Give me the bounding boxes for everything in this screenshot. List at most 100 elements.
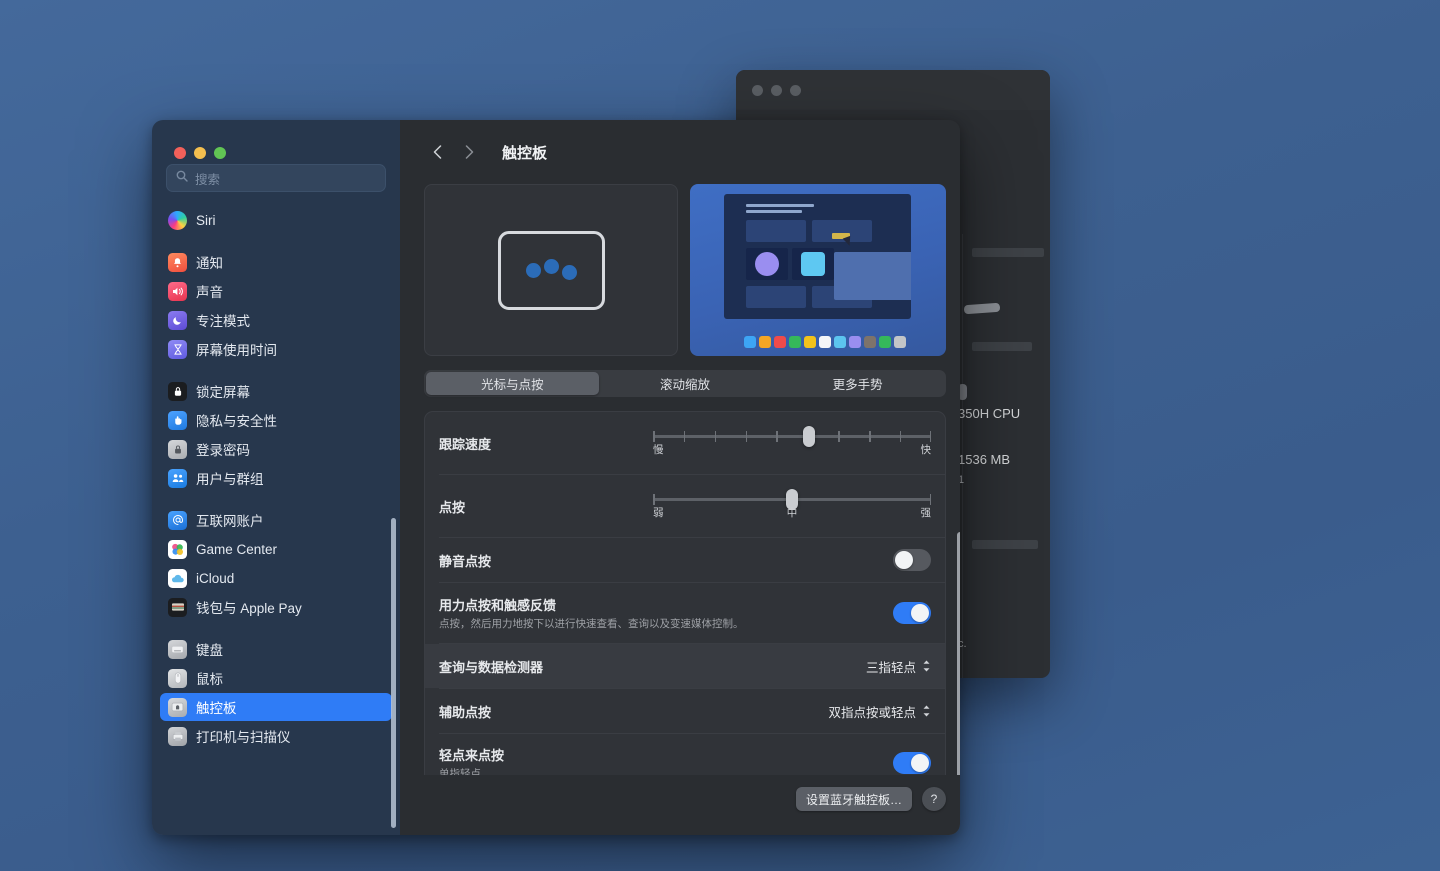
force-click-sublabel: 点按，然后用力地按下以进行快速查看、查询以及变速媒体控制。: [439, 616, 744, 631]
minimize-icon[interactable]: [771, 85, 782, 96]
sidebar-item-label: 屏幕使用时间: [196, 339, 277, 359]
page-title: 触控板: [502, 142, 547, 163]
tap-to-click-label: 轻点来点按: [439, 745, 504, 764]
tab-scroll-and-zoom[interactable]: 滚动缩放: [599, 372, 772, 395]
login-password-icon: [168, 440, 187, 459]
tracking-speed-slider[interactable]: 慢 快: [653, 431, 931, 456]
sidebar-item-siri[interactable]: Siri: [160, 206, 392, 234]
search-icon: [176, 169, 188, 187]
force-click-label-group: 用力点按和触感反馈 点按，然后用力地按下以进行快速查看、查询以及变速媒体控制。: [439, 595, 744, 631]
click-pressure-slider[interactable]: 弱 中 强: [653, 494, 931, 519]
row-click-pressure: 点按 弱 中 强: [425, 475, 945, 537]
sidebar-item-label: 用户与群组: [196, 468, 264, 488]
silent-click-toggle[interactable]: [893, 549, 931, 571]
setup-bluetooth-trackpad-button[interactable]: 设置蓝牙触控板…: [796, 787, 912, 811]
mouse-icon: [168, 669, 187, 688]
tab-cursor-and-click[interactable]: 光标与点按: [426, 372, 599, 395]
lookup-value: 三指轻点: [866, 657, 916, 676]
click-pressure-min-label: 弱: [653, 505, 664, 520]
chevron-updown-icon: [922, 659, 931, 673]
focus-icon: [168, 311, 187, 330]
tap-to-click-label-group: 轻点来点按 单指轻点: [439, 745, 504, 775]
keyboard-icon: [168, 640, 187, 659]
sidebar-item-privacy-security[interactable]: 隐私与安全性: [160, 406, 392, 434]
sidebar-item-internet-accounts[interactable]: 互联网账户: [160, 506, 392, 534]
sidebar-item-users-groups[interactable]: 用户与群组: [160, 464, 392, 492]
row-force-click: 用力点按和触感反馈 点按，然后用力地按下以进行快速查看、查询以及变速媒体控制。: [425, 583, 945, 643]
sidebar-item-printers-scanners[interactable]: 打印机与扫描仪: [160, 722, 392, 750]
background-row-mark: [972, 248, 1044, 257]
force-click-toggle[interactable]: [893, 602, 931, 624]
back-button[interactable]: [424, 139, 450, 165]
sidebar-item-wallet-apple-pay[interactable]: 钱包与 Apple Pay: [160, 593, 392, 621]
sidebar-scrollbar[interactable]: [391, 518, 396, 828]
internet-accounts-icon: [168, 511, 187, 530]
segmented-tabs: 光标与点按 滚动缩放 更多手势: [424, 370, 946, 397]
tab-more-gestures[interactable]: 更多手势: [771, 372, 944, 395]
icloud-icon: [168, 569, 187, 588]
sidebar-item-label: 钱包与 Apple Pay: [196, 597, 302, 617]
game-center-icon: [168, 540, 187, 559]
finger-dot-icon: [544, 259, 559, 274]
background-slider-handle[interactable]: [964, 303, 1001, 314]
notifications-icon: [168, 253, 187, 272]
lock-screen-icon: [168, 382, 187, 401]
toggle-knob: [895, 551, 913, 569]
preview-row: [424, 184, 946, 356]
tracking-speed-track[interactable]: [653, 435, 931, 438]
sidebar-item-screen-time[interactable]: 屏幕使用时间: [160, 335, 392, 363]
tracking-speed-ticks: [653, 431, 931, 442]
sidebar-group-security: 锁定屏幕 隐私与安全性 登录密码: [160, 377, 392, 492]
sidebar-item-sound[interactable]: 声音: [160, 277, 392, 305]
sidebar-item-label: 锁定屏幕: [196, 381, 250, 401]
row-tap-to-click: 轻点来点按 单指轻点: [425, 734, 945, 775]
minimize-icon[interactable]: [194, 147, 206, 159]
tap-to-click-toggle[interactable]: [893, 752, 931, 774]
sidebar-item-trackpad[interactable]: 触控板: [160, 693, 392, 721]
lookup-popup-button[interactable]: 三指轻点: [866, 657, 931, 676]
wallet-apple-pay-icon: [168, 598, 187, 617]
sidebar-item-focus[interactable]: 专注模式: [160, 306, 392, 334]
sidebar-item-notifications[interactable]: 通知: [160, 248, 392, 276]
force-click-control: [893, 602, 931, 624]
sidebar-item-label: 隐私与安全性: [196, 410, 277, 430]
printers-scanners-icon: [168, 727, 187, 746]
zoom-icon[interactable]: [214, 147, 226, 159]
tracking-speed-max-label: 快: [921, 442, 932, 457]
gesture-video-preview[interactable]: [690, 184, 946, 356]
zoom-icon[interactable]: [790, 85, 801, 96]
secondary-click-popup-button[interactable]: 双指点按或轻点: [828, 702, 931, 721]
sidebar-group-siri: Siri: [160, 206, 392, 234]
settings-card: 跟踪速度: [424, 411, 946, 775]
background-memory-text: 1536 MB: [958, 452, 1010, 467]
preview-desktop-window: [724, 194, 911, 319]
sidebar-item-keyboard[interactable]: 键盘: [160, 635, 392, 663]
toggle-knob: [911, 754, 929, 772]
sidebar-item-mouse[interactable]: 鼠标: [160, 664, 392, 692]
tracking-speed-label: 跟踪速度: [439, 434, 491, 453]
help-button[interactable]: ?: [922, 787, 946, 811]
trackpad-gesture-preview: [424, 184, 678, 356]
sidebar-item-label: 登录密码: [196, 439, 250, 459]
row-lookup-data-detectors[interactable]: 查询与数据检测器 三指轻点: [425, 644, 945, 688]
close-icon[interactable]: [174, 147, 186, 159]
finger-dot-icon: [526, 263, 541, 278]
forward-button[interactable]: [456, 139, 482, 165]
sidebar-item-game-center[interactable]: Game Center: [160, 535, 392, 563]
content-scrollbar[interactable]: [957, 532, 960, 775]
secondary-click-label: 辅助点按: [439, 702, 491, 721]
users-groups-icon: [168, 469, 187, 488]
search-field[interactable]: 搜索: [166, 164, 386, 192]
force-click-label: 用力点按和触感反馈: [439, 595, 744, 614]
click-pressure-track[interactable]: [653, 498, 931, 501]
sidebar-item-label: 鼠标: [196, 668, 223, 688]
click-pressure-mid-label: 中: [787, 505, 798, 520]
sidebar-item-login-password[interactable]: 登录密码: [160, 435, 392, 463]
silent-click-label-group: 静音点按: [439, 551, 491, 570]
sidebar-item-icloud[interactable]: iCloud: [160, 564, 392, 592]
system-settings-window[interactable]: 搜索 Siri 通知: [152, 120, 960, 835]
sidebar-item-lock-screen[interactable]: 锁定屏幕: [160, 377, 392, 405]
trackpad-outline-icon: [498, 231, 605, 310]
tap-to-click-sublabel: 单指轻点: [439, 766, 504, 775]
close-icon[interactable]: [752, 85, 763, 96]
